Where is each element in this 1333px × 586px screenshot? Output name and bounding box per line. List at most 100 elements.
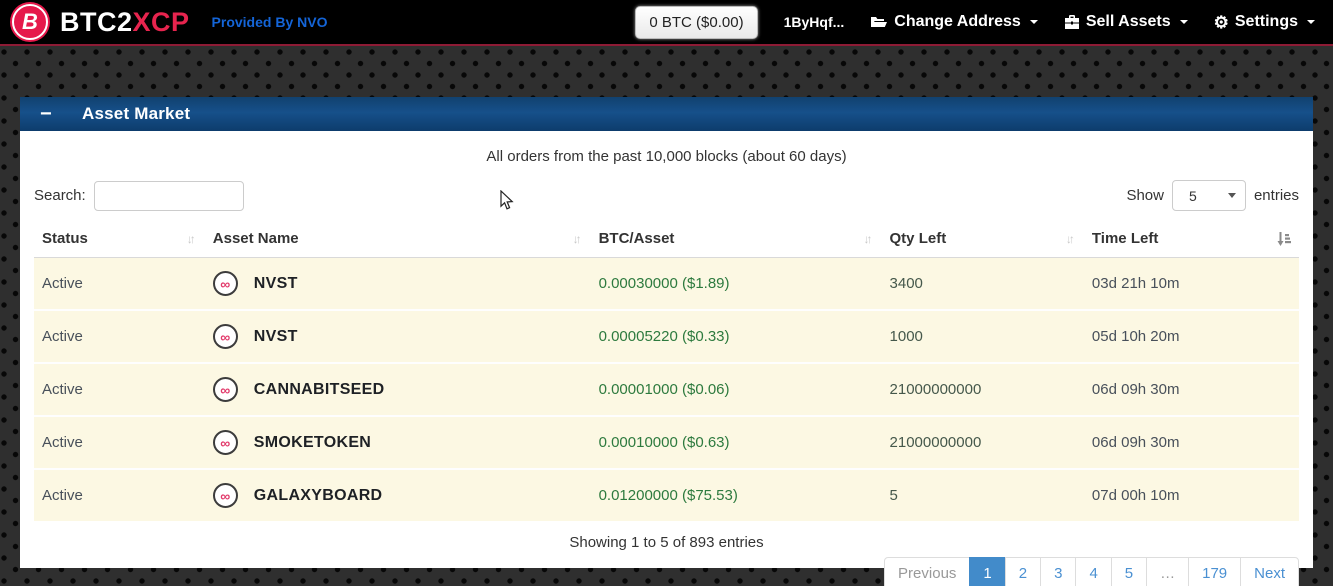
briefcase-icon — [1064, 15, 1080, 29]
cell-qty: 3400 — [881, 257, 1084, 310]
col-label: Status — [42, 230, 88, 247]
cell-price: 0.00030000 ($1.89) — [590, 257, 882, 310]
asset-name: NVST — [253, 327, 298, 345]
cell-qty: 21000000000 — [881, 415, 1084, 469]
asset-name: NVST — [253, 274, 298, 292]
sell-assets-menu[interactable]: Sell Assets — [1064, 13, 1188, 31]
cell-time: 06d 09h 30m — [1083, 415, 1299, 469]
asset-name: GALAXYBOARD — [253, 486, 383, 504]
col-header-time-left[interactable]: Time Left — [1083, 221, 1299, 258]
page-size-select[interactable]: 5 — [1171, 180, 1246, 211]
pagination-page-2[interactable]: 2 — [1004, 557, 1042, 586]
panel-title: Asset Market — [82, 104, 191, 123]
settings-label: Settings — [1234, 13, 1298, 30]
brand[interactable]: B BTC2XCP Provided By NVO — [12, 4, 327, 40]
col-header-status[interactable]: Status ↓↑ — [34, 221, 205, 258]
table-controls: Search: Show 5 entries — [34, 180, 1299, 211]
search-input[interactable] — [93, 180, 244, 211]
table-row[interactable]: Active ∞ GALAXYBOARD 0.01200000 ($75.53) … — [34, 468, 1299, 521]
infinity-asset-icon: ∞ — [212, 377, 238, 402]
pagination-page-1[interactable]: 1 — [969, 557, 1006, 586]
cell-qty: 21000000000 — [881, 362, 1084, 416]
caret-down-icon — [1029, 20, 1038, 24]
cell-status: Active — [34, 309, 205, 363]
col-label: Asset Name — [212, 230, 299, 247]
chevron-down-icon — [1227, 193, 1236, 198]
cell-qty: 1000 — [881, 309, 1084, 363]
panel-body: All orders from the past 10,000 blocks (… — [20, 148, 1313, 586]
page-size-control: Show 5 entries — [1126, 180, 1299, 211]
pagination-ellipsis: … — [1146, 557, 1190, 586]
pagination-page-179[interactable]: 179 — [1188, 557, 1242, 586]
sort-icon: ↓↑ — [572, 231, 582, 246]
pagination-page-4[interactable]: 4 — [1075, 557, 1112, 586]
pagination: Previous 1 2 3 4 5 … 179 Next — [34, 557, 1299, 586]
cell-time: 06d 09h 30m — [1083, 362, 1299, 416]
asset-market-panel: − Asset Market All orders from the past … — [20, 97, 1313, 586]
entries-label: entries — [1253, 187, 1299, 204]
change-address-menu[interactable]: Change Address — [870, 13, 1038, 31]
pagination-previous[interactable]: Previous — [884, 557, 971, 586]
wallet-address[interactable]: 1ByHqf... — [784, 14, 845, 30]
col-header-btc-asset[interactable]: BTC/Asset ↓↑ — [590, 221, 882, 258]
sort-icon: ↓↑ — [1065, 231, 1075, 246]
top-navbar: B BTC2XCP Provided By NVO 0 BTC ($0.00) … — [0, 0, 1333, 46]
brand-btc2: BTC2 — [60, 6, 133, 37]
infinity-asset-icon: ∞ — [212, 324, 238, 349]
table-row[interactable]: Active ∞ NVST 0.00005220 ($0.33) 1000 05d… — [34, 309, 1299, 363]
sort-icon: ↓↑ — [186, 231, 196, 246]
col-header-asset-name[interactable]: Asset Name ↓↑ — [204, 221, 591, 258]
cell-asset: ∞ GALAXYBOARD — [212, 483, 583, 508]
col-label: BTC/Asset — [598, 230, 675, 247]
cell-asset: ∞ CANNABITSEED — [212, 377, 583, 402]
page-size-value: 5 — [1188, 187, 1197, 204]
settings-menu[interactable]: ⚙ Settings — [1214, 13, 1315, 31]
cell-asset: ∞ NVST — [212, 271, 583, 296]
search-control: Search: — [34, 180, 244, 211]
brand-tagline: Provided By NVO — [211, 14, 328, 30]
show-label: Show — [1126, 187, 1164, 204]
cell-time: 05d 10h 20m — [1083, 309, 1299, 363]
table-row[interactable]: Active ∞ CANNABITSEED 0.00001000 ($0.06) … — [34, 362, 1299, 416]
cell-asset: ∞ SMOKETOKEN — [212, 430, 583, 455]
search-label: Search: — [34, 187, 86, 204]
collapse-icon[interactable]: − — [40, 104, 58, 124]
col-header-qty-left[interactable]: Qty Left ↓↑ — [881, 221, 1084, 258]
cell-price: 0.00001000 ($0.06) — [590, 362, 882, 416]
bitcoin-logo-icon: B — [12, 4, 48, 40]
cell-status: Active — [34, 257, 205, 310]
infinity-asset-icon: ∞ — [212, 430, 238, 455]
orders-info-text: All orders from the past 10,000 blocks (… — [486, 148, 847, 165]
pagination-next[interactable]: Next — [1240, 557, 1299, 586]
asset-name: SMOKETOKEN — [253, 433, 372, 451]
table-row[interactable]: Active ∞ SMOKETOKEN 0.00010000 ($0.63) 21… — [34, 415, 1299, 469]
balance-button[interactable]: 0 BTC ($0.00) — [635, 5, 758, 39]
cell-price: 0.00010000 ($0.63) — [590, 415, 882, 469]
cell-asset: ∞ NVST — [212, 324, 583, 349]
pagination-page-5[interactable]: 5 — [1110, 557, 1148, 586]
cell-status: Active — [34, 415, 205, 469]
sort-active-icon — [1276, 231, 1291, 246]
cell-price: 0.01200000 ($75.53) — [590, 468, 882, 521]
cell-price: 0.00005220 ($0.33) — [590, 309, 882, 363]
folder-open-icon — [870, 15, 888, 29]
cell-qty: 5 — [881, 468, 1084, 521]
col-label: Time Left — [1091, 230, 1159, 247]
bitcoin-logo-letter: B — [22, 9, 38, 34]
asset-name: CANNABITSEED — [253, 380, 385, 398]
sell-assets-label: Sell Assets — [1085, 13, 1171, 30]
entries-summary: Showing 1 to 5 of 893 entries — [569, 534, 764, 551]
brand-xcp: XCP — [132, 6, 190, 37]
sort-icon: ↓↑ — [863, 231, 873, 246]
pagination-page-3[interactable]: 3 — [1040, 557, 1077, 586]
cell-time: 07d 00h 10m — [1083, 468, 1299, 521]
table-row[interactable]: Active ∞ NVST 0.00030000 ($1.89) 3400 03d… — [34, 257, 1299, 310]
caret-down-icon — [1307, 20, 1315, 24]
col-label: Qty Left — [889, 230, 947, 247]
gears-icon: ⚙ — [1213, 12, 1229, 32]
cell-time: 03d 21h 10m — [1083, 257, 1299, 310]
table-header-row: Status ↓↑ Asset Name ↓↑ BTC/Asset ↓↑ Qty Le… — [34, 221, 1299, 258]
caret-down-icon — [1179, 20, 1188, 24]
app-screen: B BTC2XCP Provided By NVO 0 BTC ($0.00) … — [0, 0, 1333, 586]
navbar-right: 0 BTC ($0.00) 1ByHqf... Change Address S… — [635, 5, 1321, 39]
